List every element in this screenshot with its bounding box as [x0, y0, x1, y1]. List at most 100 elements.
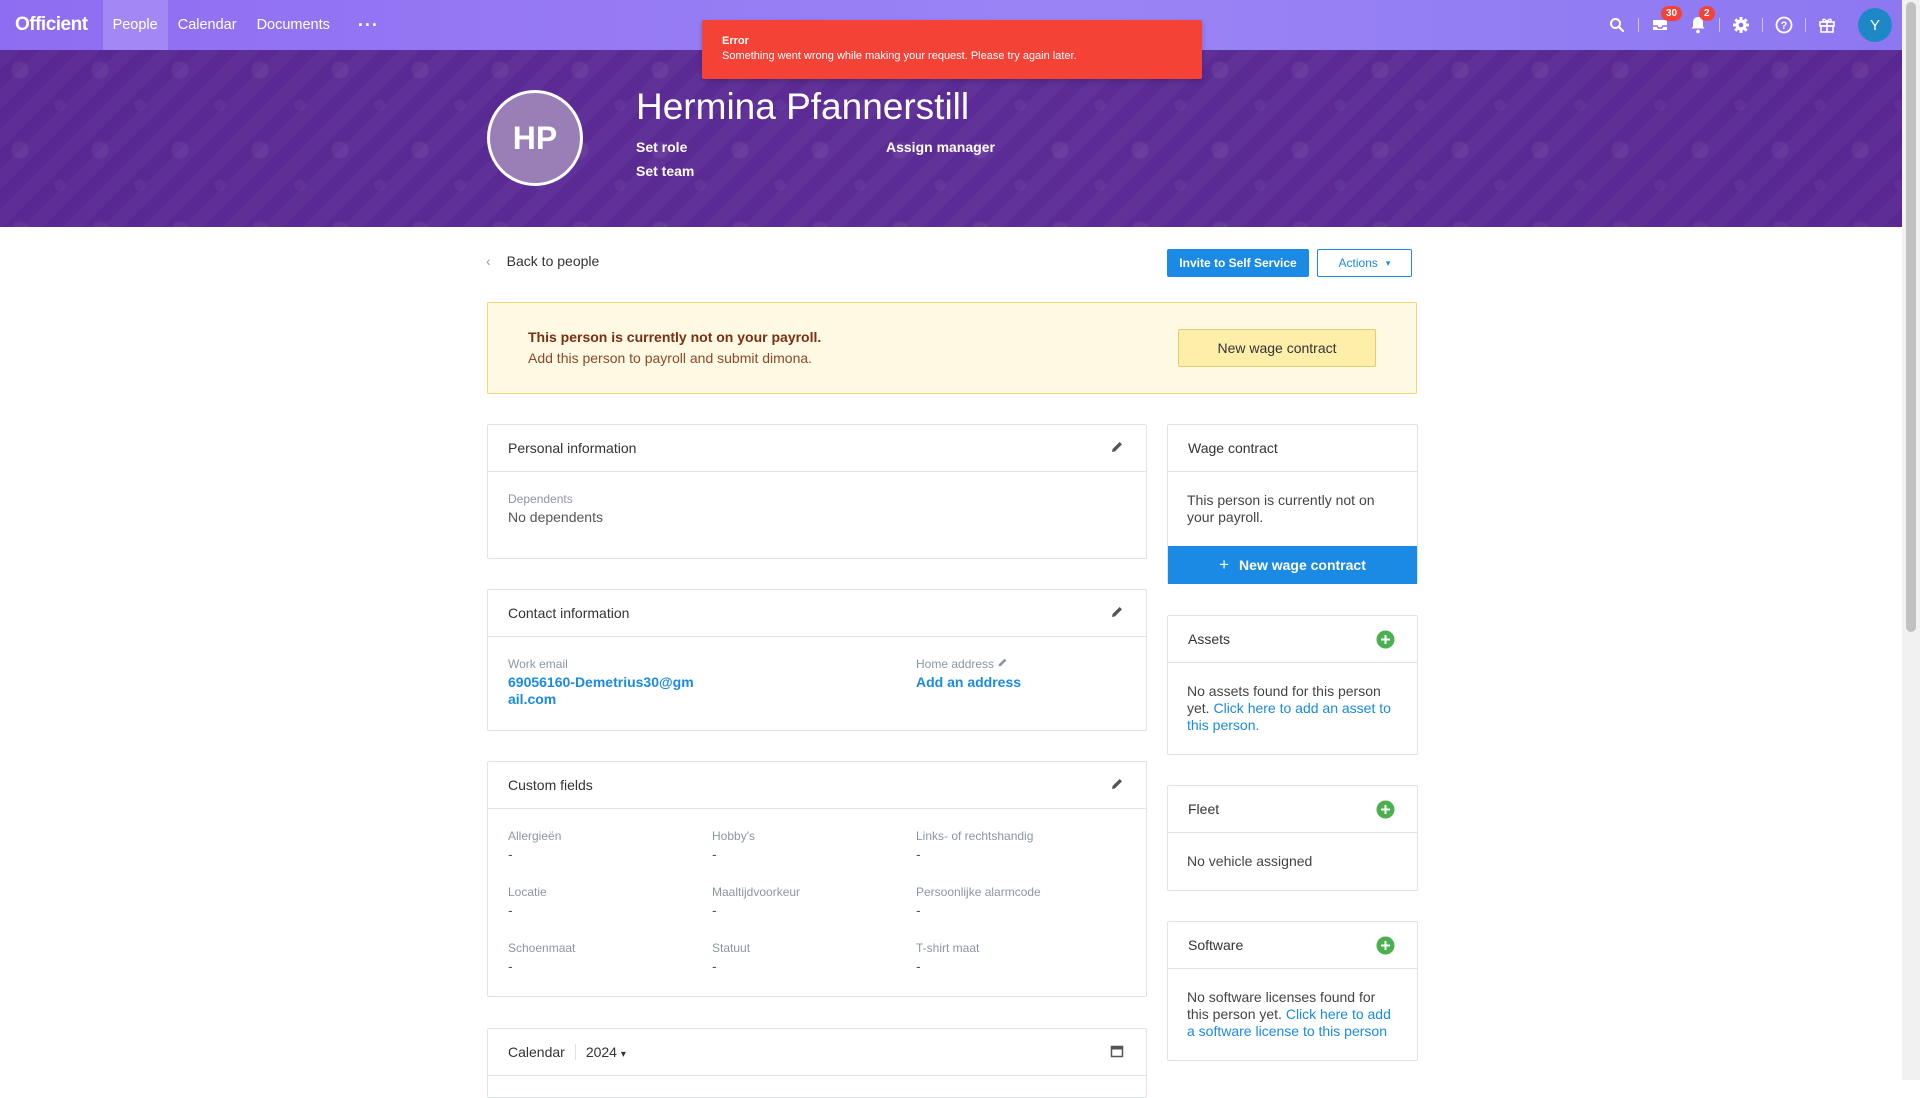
set-team-link[interactable]: Set team: [636, 163, 694, 179]
field-value: -: [508, 846, 513, 862]
chevron-down-icon: ▾: [1385, 257, 1391, 268]
page-scrollbar[interactable]: [1902, 0, 1920, 1080]
calendar-card: Calendar 2024 ▾: [487, 1028, 1147, 1098]
text-line: your payroll.: [1187, 509, 1264, 525]
payroll-warning-banner: This person is currently not on your pay…: [487, 302, 1417, 394]
custom-field: Links- of rechtshandig -: [916, 829, 1033, 862]
back-to-people-link[interactable]: ‹ Back to people: [486, 253, 599, 269]
pencil-icon[interactable]: [1110, 605, 1124, 622]
add-asset-link[interactable]: Click here to add an asset to: [1213, 700, 1390, 716]
custom-fields-card: Custom fields Allergieën - Hobby's - Links…: [487, 761, 1147, 997]
warning-title: This person is currently not on your pay…: [528, 329, 822, 345]
card-title: Fleet: [1188, 801, 1220, 817]
field-label: Locatie: [508, 885, 547, 899]
back-label: Back to people: [506, 253, 600, 269]
text-line: No software licenses found for: [1187, 989, 1376, 1005]
pencil-icon[interactable]: [1110, 440, 1124, 457]
new-wage-contract-button[interactable]: New wage contract: [1178, 329, 1376, 367]
pencil-icon[interactable]: [1110, 777, 1124, 794]
chevron-left-icon: ‹: [486, 253, 491, 269]
scrollbar-thumb[interactable]: [1906, 2, 1916, 632]
officient-logo[interactable]: Officient: [0, 14, 103, 36]
error-toast[interactable]: Error Something went wrong while making …: [702, 20, 1202, 79]
field-label: Links- of rechtshandig: [916, 829, 1034, 843]
actions-dropdown-button[interactable]: Actions ▾: [1317, 249, 1412, 277]
notifications-icon[interactable]: 2: [1679, 0, 1717, 50]
contact-information-card: Contact information Work email 69056160-…: [487, 589, 1147, 731]
dependents-field: Dependents No dependents: [508, 492, 603, 525]
year-selector[interactable]: 2024 ▾: [586, 1044, 626, 1060]
nav-people[interactable]: People: [102, 0, 168, 50]
field-value: -: [916, 958, 921, 974]
help-icon[interactable]: ?: [1765, 0, 1803, 50]
separator: [1762, 18, 1763, 32]
field-label: Hobby's: [712, 829, 755, 843]
user-avatar[interactable]: Y: [1858, 8, 1892, 42]
assign-manager-link[interactable]: Assign manager: [886, 139, 995, 155]
add-address-link[interactable]: Add an address: [916, 674, 1021, 690]
custom-field: Schoenmaat -: [508, 941, 575, 974]
card-title: Contact information: [508, 605, 630, 621]
person-name: Hermina Pfannerstill: [636, 86, 970, 127]
toast-message: Something went wrong while making your r…: [722, 50, 1077, 62]
nav-calendar[interactable]: Calendar: [168, 0, 247, 50]
text-line: this person yet. Click here to add: [1187, 1006, 1391, 1023]
add-asset-link[interactable]: this person.: [1187, 717, 1391, 734]
set-role-link[interactable]: Set role: [636, 139, 687, 155]
field-label: Persoonlijke alarmcode: [916, 885, 1041, 899]
button-label: New wage contract: [1239, 557, 1366, 573]
card-title: Custom fields: [508, 777, 593, 793]
svg-text:?: ?: [1781, 20, 1788, 32]
gear-icon[interactable]: [1722, 0, 1760, 50]
add-software-link[interactable]: a software license to this person: [1187, 1023, 1391, 1040]
add-software-link[interactable]: Click here to add: [1286, 1006, 1391, 1022]
card-header: Personal information: [488, 425, 1146, 472]
separator: [1805, 18, 1806, 32]
invite-self-service-button[interactable]: Invite to Self Service: [1167, 249, 1309, 277]
add-asset-icon[interactable]: [1376, 630, 1395, 652]
card-title: Personal information: [508, 440, 637, 456]
text-fragment: this person yet.: [1187, 1006, 1282, 1022]
card-title: Assets: [1188, 631, 1231, 647]
add-vehicle-icon[interactable]: [1376, 800, 1395, 822]
calendar-icon[interactable]: [1110, 1044, 1124, 1061]
new-wage-contract-button[interactable]: + New wage contract: [1168, 546, 1417, 584]
person-avatar[interactable]: HP: [487, 90, 583, 186]
software-empty-text: No software licenses found for this pers…: [1187, 989, 1391, 1040]
custom-field: Hobby's -: [712, 829, 755, 862]
search-icon[interactable]: [1598, 0, 1636, 50]
chevron-down-icon: ▾: [620, 1049, 626, 1060]
field-value: -: [916, 846, 921, 862]
field-label: Maaltijdvoorkeur: [712, 885, 801, 899]
personal-information-card: Personal information Dependents No depen…: [487, 424, 1147, 559]
nav-documents[interactable]: Documents: [247, 0, 340, 50]
field-value: -: [712, 846, 717, 862]
gift-icon[interactable]: [1808, 0, 1846, 50]
more-menu-icon[interactable]: ···: [340, 15, 397, 36]
field-label: Home address: [916, 657, 1021, 671]
card-header: Software: [1168, 922, 1417, 969]
toast-title: Error: [722, 35, 749, 47]
add-software-icon[interactable]: [1376, 936, 1395, 958]
card-header: Wage contract: [1168, 425, 1417, 472]
field-label: Allergieën: [508, 829, 562, 843]
inbox-icon[interactable]: 30: [1641, 0, 1683, 50]
field-label: Statuut: [712, 941, 751, 955]
work-email-line: 69056160-Demetrius30@gm: [508, 674, 694, 690]
separator: [1719, 18, 1720, 32]
home-address-field: Home address Add an address: [916, 657, 1021, 690]
custom-field: Statuut -: [712, 941, 750, 974]
field-label: T-shirt maat: [916, 941, 980, 955]
notifications-badge: 2: [1699, 6, 1715, 21]
fleet-empty-text: No vehicle assigned: [1187, 853, 1313, 869]
actions-label: Actions: [1338, 256, 1378, 270]
field-value: No dependents: [508, 509, 603, 525]
text-line: yet. Click here to add an asset to: [1187, 700, 1391, 717]
separator: [1638, 18, 1639, 32]
text-line: No assets found for this person: [1187, 683, 1381, 699]
year-value: 2024: [585, 1044, 617, 1060]
text-fragment: yet.: [1187, 700, 1210, 716]
pencil-icon[interactable]: [997, 657, 1008, 671]
field-value: -: [712, 902, 717, 918]
work-email-link[interactable]: 69056160-Demetrius30@gm ail.com: [508, 674, 694, 708]
